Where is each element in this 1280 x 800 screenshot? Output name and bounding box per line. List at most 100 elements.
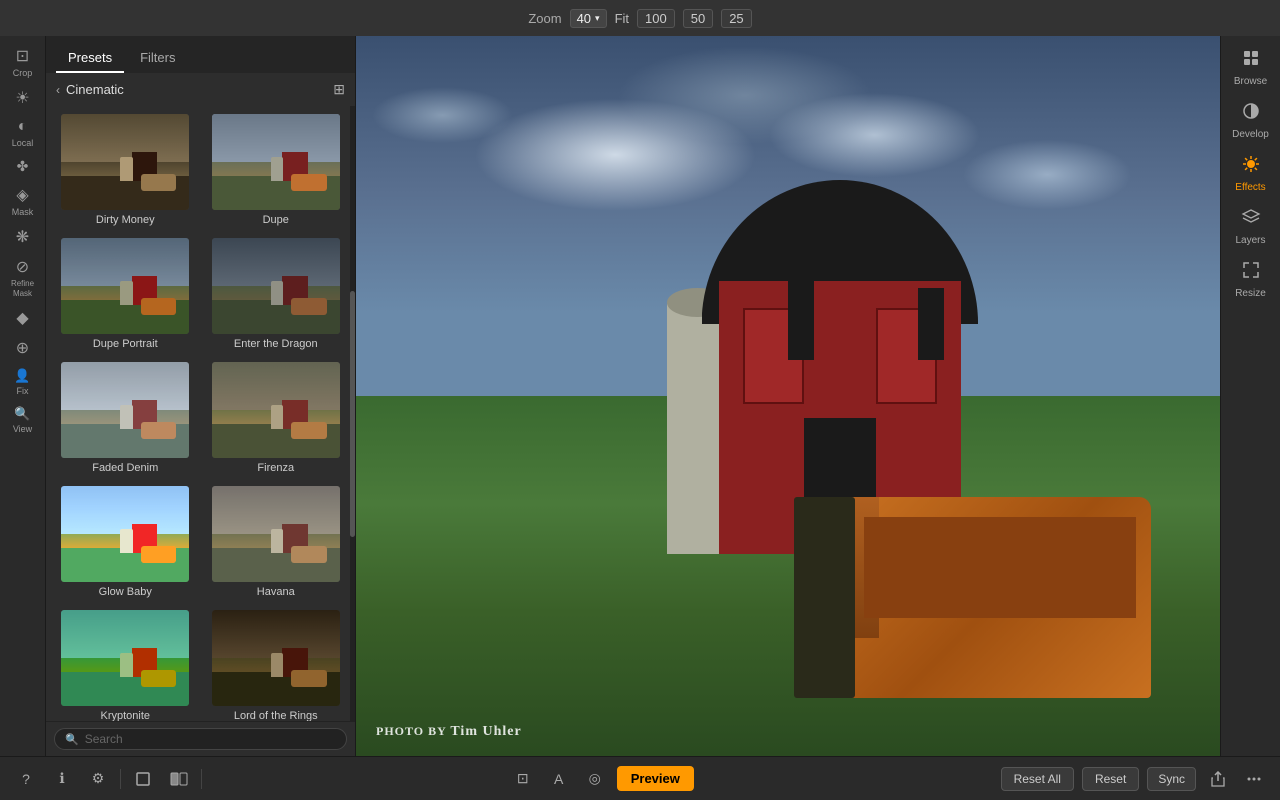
search-input-wrap: 🔍 [54,728,347,750]
right-tool-browse[interactable]: Browse [1224,42,1278,93]
preset-item-lord-rings[interactable]: Lord of the Rings [201,606,352,721]
barn-tower-left [788,274,814,360]
separator-2 [201,769,202,789]
preset-item-firenza[interactable]: Firenza [201,358,352,482]
preset-label-lord-rings: Lord of the Rings [234,710,318,721]
mask-icon: ◈ [16,185,28,205]
preset-label-faded-denim: Faded Denim [92,462,158,478]
panel-header-left: ‹ Cinematic [56,82,124,97]
tab-filters[interactable]: Filters [128,44,187,73]
zoom-label: Zoom [528,11,561,26]
bottom-left: ? ℹ ⚙ [12,765,193,793]
bottom-right: Reset All Reset Sync [1001,765,1268,793]
preset-thumb-dupe [212,114,340,210]
clone-icon: ❋ [16,227,29,247]
view-icon: 🔍 [14,406,30,422]
panel-header: ‹ Cinematic ⊞ [46,73,355,106]
tool-paint[interactable]: ◆ [3,304,43,332]
barn-tower-right [918,288,944,360]
search-input[interactable] [85,732,336,746]
more-options-icon[interactable] [1240,765,1268,793]
sync-button[interactable]: Sync [1147,767,1196,791]
preset-item-glow-baby[interactable]: Glow Baby [50,482,201,606]
effects-icon [1241,154,1261,179]
tool-adjust[interactable]: ☀ [3,84,43,112]
preview-button[interactable]: Preview [617,766,694,791]
right-sidebar: Browse Develop [1220,36,1280,756]
preset-thumb-dupe-portrait [61,238,189,334]
separator-1 [120,769,121,789]
truck-body [849,497,1151,699]
frame-icon[interactable] [129,765,157,793]
preset-label-havana: Havana [257,586,295,602]
zoom-value-dropdown[interactable]: 40 ▾ [570,9,607,28]
tool-heal[interactable]: ⊕ [3,334,43,362]
main-image: photo by Tim Uhler [356,36,1220,756]
panel-tabs: Presets Filters [46,36,355,73]
zoom-value-text: 40 [577,11,591,26]
right-tool-resize[interactable]: Resize [1224,254,1278,305]
preset-label-firenza: Firenza [257,462,294,478]
tool-view[interactable]: 🔍 View [3,402,43,438]
bottom-circle-icon[interactable]: ◎ [581,765,609,793]
help-icon[interactable]: ? [12,765,40,793]
tool-clone[interactable]: ❋ [3,223,43,251]
fit-label: Fit [615,11,629,26]
adjust-icon: ☀ [15,88,29,108]
search-icon: 🔍 [65,733,79,746]
preset-item-kryptonite[interactable]: Kryptonite [50,606,201,721]
search-bar: 🔍 [46,721,355,756]
scroll-thumb[interactable] [350,291,355,537]
preset-item-faded-denim[interactable]: Faded Denim [50,358,201,482]
right-tool-effects[interactable]: Effects [1224,148,1278,199]
refine-mask-icon: ⊘ [16,257,29,277]
back-arrow-icon[interactable]: ‹ [56,83,60,97]
settings-icon[interactable]: ⚙ [84,765,112,793]
layers-label: Layers [1235,235,1265,246]
grid-view-icon[interactable]: ⊞ [333,81,345,98]
preset-thumb-glow-baby [61,486,189,582]
fix-icon: 👤 [14,368,30,384]
preset-thumb-faded-denim [61,362,189,458]
paint-icon: ◆ [16,308,28,328]
browse-label: Browse [1234,76,1267,87]
preset-item-dupe-portrait[interactable]: Dupe Portrait [50,234,201,358]
photo-credit: photo by Tim Uhler [376,723,522,740]
preset-item-enter-dragon[interactable]: Enter the Dragon [201,234,352,358]
tool-refine-mask[interactable]: ⊘ RefineMask [3,253,43,302]
preset-label-kryptonite: Kryptonite [100,710,150,721]
zoom-preset-50[interactable]: 50 [683,9,713,28]
view-label: View [13,424,32,434]
zoom-preset-100[interactable]: 100 [637,9,675,28]
tool-crop[interactable]: ⊡ Crop [3,42,43,82]
right-tool-develop[interactable]: Develop [1224,95,1278,146]
right-tool-layers[interactable]: Layers [1224,201,1278,252]
preset-thumb-havana [212,486,340,582]
browse-icon [1241,48,1261,73]
main-area: ⊡ Crop ☀ ◐ Local ✤ ◈ Mask ❋ ⊘ RefineMask… [0,36,1280,756]
tool-mask[interactable]: ◈ Mask [3,181,43,221]
zoom-preset-25[interactable]: 25 [721,9,751,28]
dual-view-icon[interactable] [165,765,193,793]
reset-all-button[interactable]: Reset All [1001,767,1074,791]
develop-icon [1241,101,1261,126]
bottom-text-icon[interactable]: A [545,765,573,793]
preset-item-dupe[interactable]: Dupe [201,110,352,234]
presets-grid: Dirty Money Dupe [46,106,355,721]
tool-fix[interactable]: 👤 Fix [3,364,43,400]
tool-local[interactable]: ◐ Local [3,114,43,152]
tool-retouch[interactable]: ✤ [3,154,43,179]
left-tools-sidebar: ⊡ Crop ☀ ◐ Local ✤ ◈ Mask ❋ ⊘ RefineMask… [0,36,46,756]
reset-button[interactable]: Reset [1082,767,1139,791]
preset-item-havana[interactable]: Havana [201,482,352,606]
preset-thumb-firenza [212,362,340,458]
preset-item-dirty-money[interactable]: Dirty Money [50,110,201,234]
tab-presets[interactable]: Presets [56,44,124,73]
preset-label-enter-dragon: Enter the Dragon [234,338,318,354]
presets-panel: Presets Filters ‹ Cinematic ⊞ [46,36,356,756]
info-icon[interactable]: ℹ [48,765,76,793]
share-icon[interactable] [1204,765,1232,793]
bottom-center: ⊡ A ◎ Preview [210,765,993,793]
retouch-icon: ✤ [17,158,29,175]
bottom-crop-icon[interactable]: ⊡ [509,765,537,793]
